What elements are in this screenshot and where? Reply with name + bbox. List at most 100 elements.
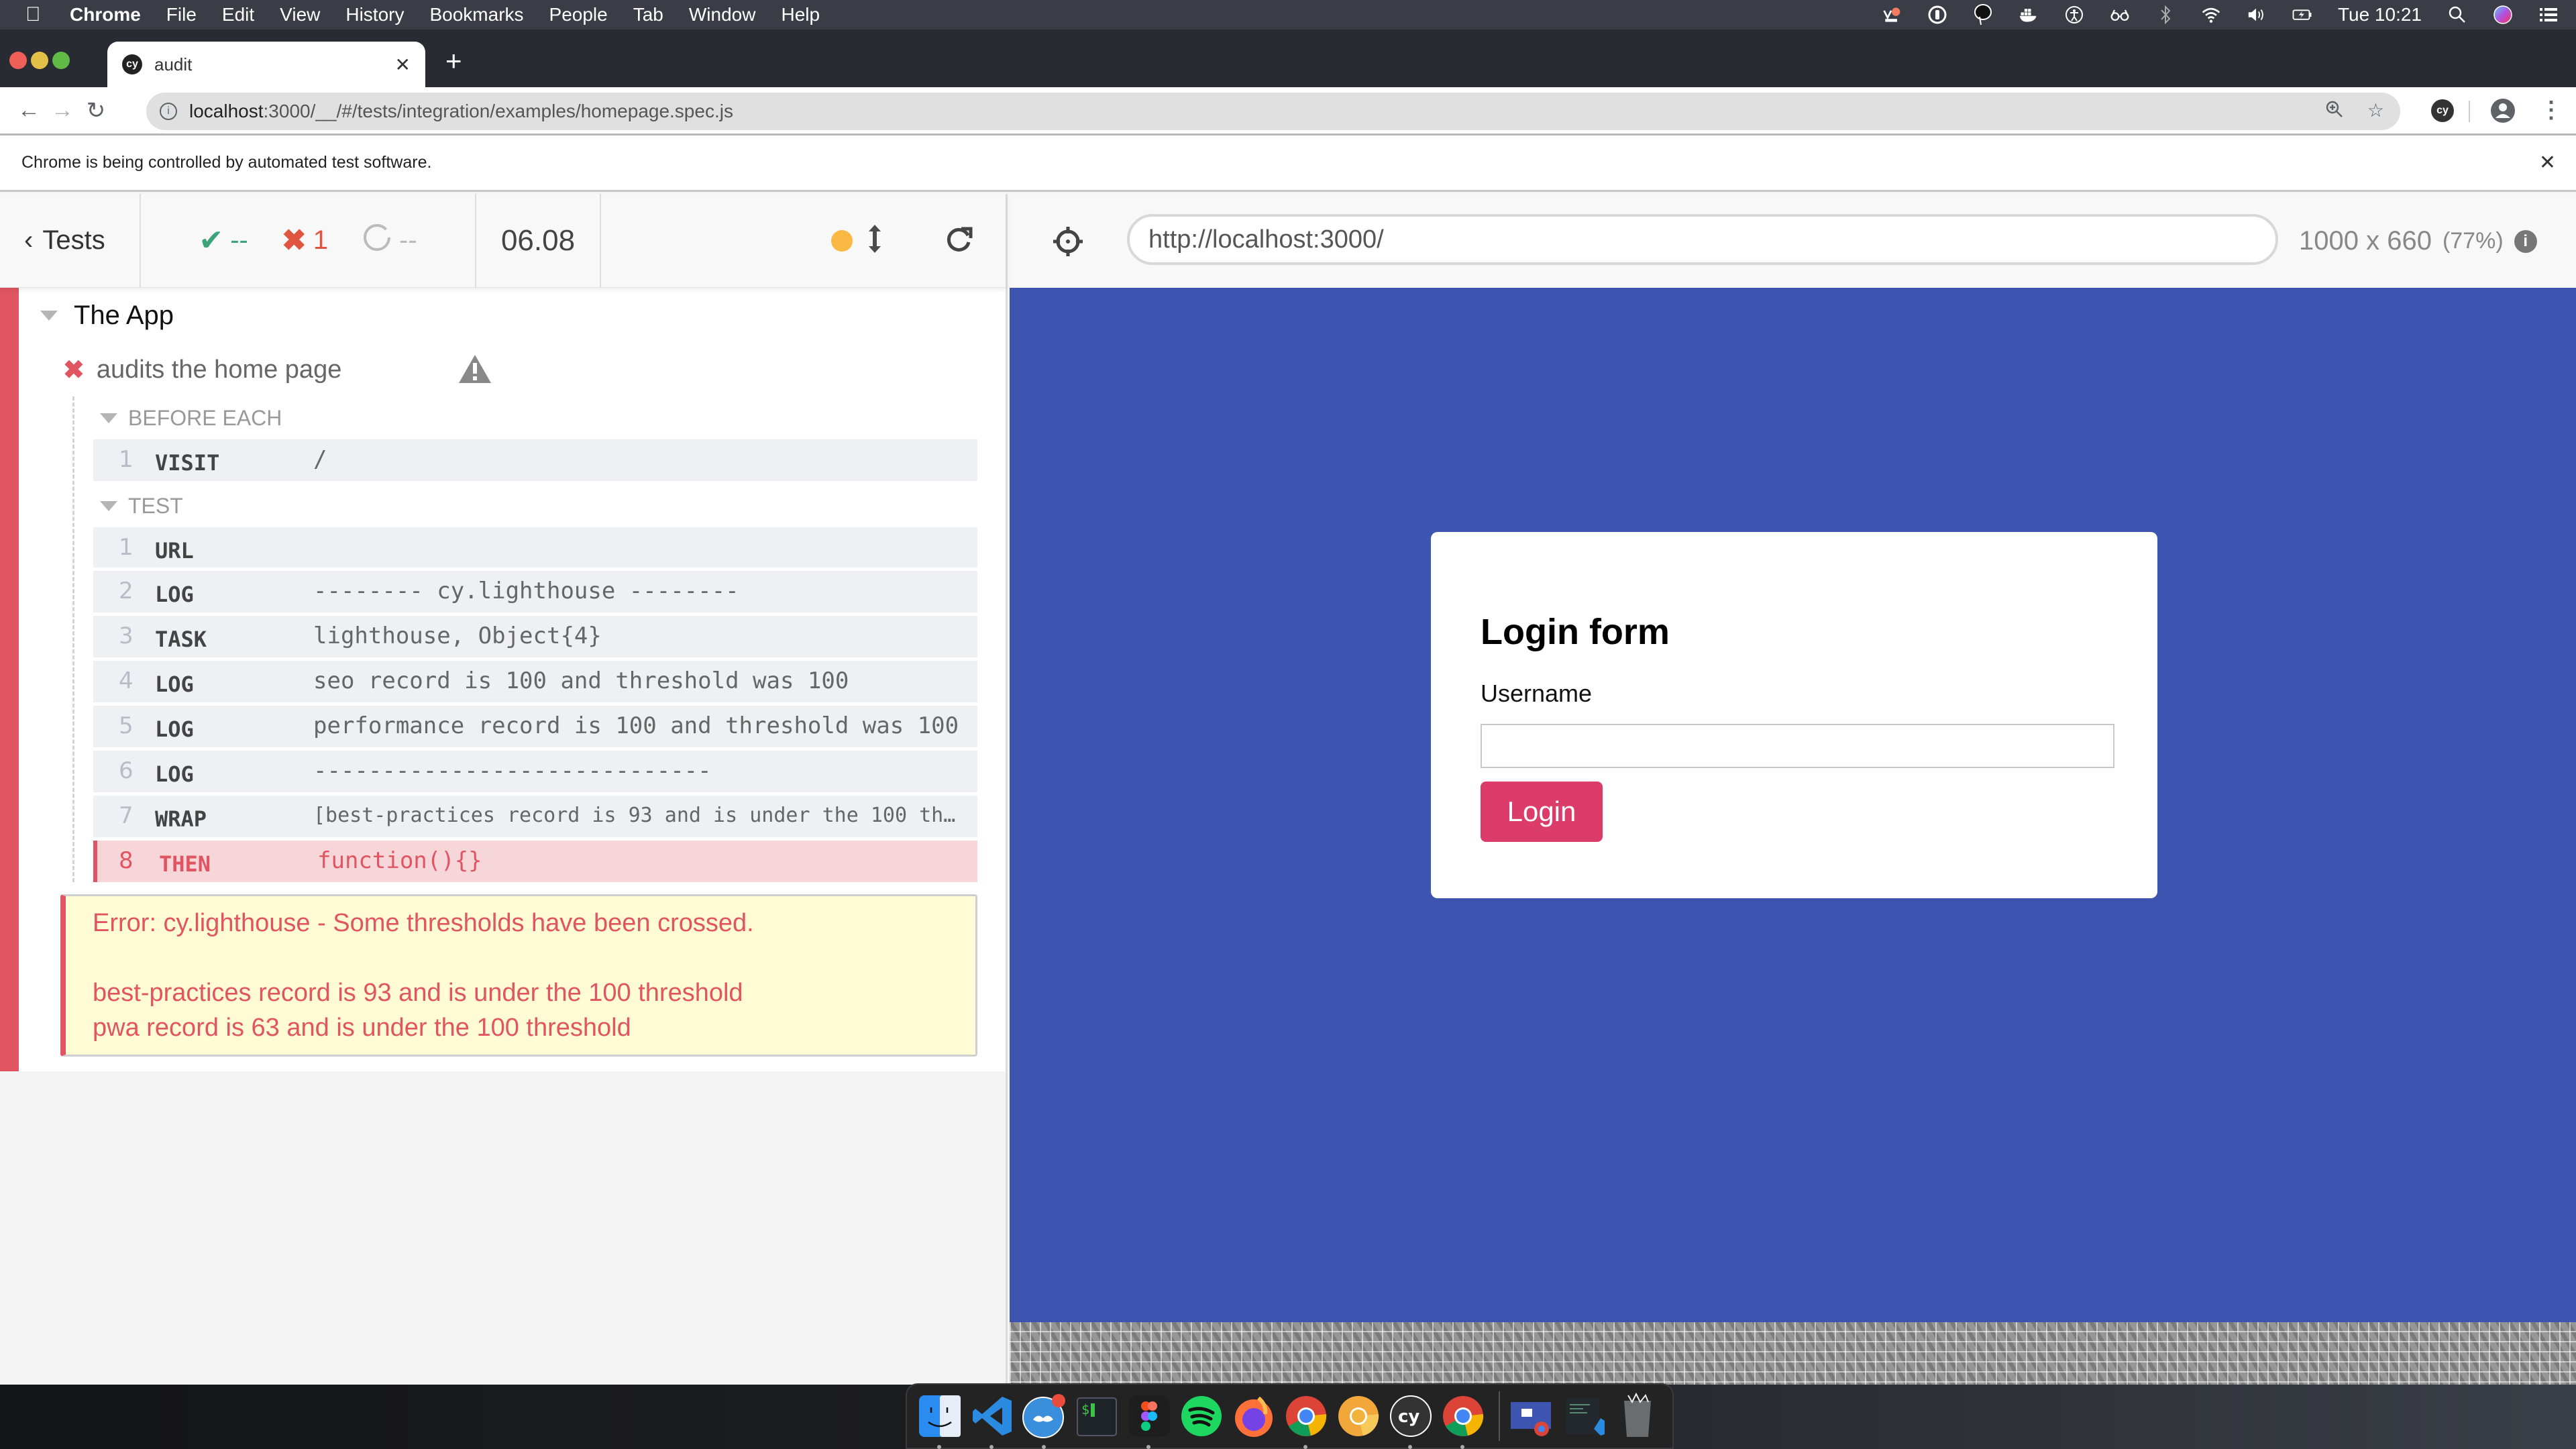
window-zoom-button[interactable] [52,52,70,69]
dock-cypress[interactable]: cy [1386,1391,1436,1449]
passed-count: -- [230,225,248,255]
1password-icon[interactable] [1927,5,1947,25]
zoom-magnifier-icon[interactable] [2324,99,2345,124]
restart-icon[interactable] [944,223,975,258]
error-message-box[interactable]: Error: cy.lighthouse - Some thresholds h… [60,894,977,1057]
hooks-container: BEFORE EACH 1 VISIT / TEST 1 URL 2 LOG -… [72,396,977,882]
menu-help[interactable]: Help [781,4,820,25]
suite-title-row[interactable]: The App [0,288,1006,343]
command-row[interactable]: 1 URL [93,527,977,568]
profile-avatar-icon[interactable] [2490,98,2516,127]
dock-spotify[interactable] [1177,1391,1226,1441]
viewport-info-icon[interactable]: i [2514,229,2537,253]
command-name: LOG [155,716,194,742]
hook-title-before-each[interactable]: BEFORE EACH [93,396,977,439]
dock-figma[interactable] [1124,1391,1174,1449]
aut-iframe: Login form Username Login [1010,288,2576,1322]
selector-playground-crosshair-icon[interactable] [1051,225,1085,262]
hook-title-test[interactable]: TEST [93,484,977,527]
menu-people[interactable]: People [549,4,608,25]
runner-controls [601,194,1006,288]
username-input[interactable] [1481,724,2114,768]
dock-trash[interactable] [1613,1391,1662,1441]
dock-chrome[interactable] [1281,1391,1331,1449]
command-row[interactable]: 7 WRAP [best-practices record is 93 and … [93,796,977,837]
command-row-failed[interactable]: 8 THEN function(){} [93,841,977,882]
chrome-menu-kebab-icon[interactable]: ⋮ [2540,97,2563,123]
minimized-window-thumbnail [1566,1398,1605,1436]
dock-finder[interactable] [915,1391,965,1449]
menu-file[interactable]: File [166,4,197,25]
command-row[interactable]: 2 LOG -------- cy.lighthouse -------- [93,571,977,612]
infobar-close-icon[interactable]: ✕ [2539,151,2556,174]
docker-icon[interactable] [2019,5,2039,25]
command-message: -------- cy.lighthouse -------- [313,578,739,604]
dock-minimized-vscode-window[interactable] [1560,1391,1610,1441]
cypress-favicon-icon: cy [122,54,142,74]
forward-arrow-icon[interactable]: → [46,97,79,123]
window-close-button[interactable] [9,52,27,69]
site-info-icon[interactable]: i [160,103,177,120]
bookmark-star-icon[interactable]: ☆ [2367,99,2384,124]
dock-firefox[interactable] [1229,1391,1279,1441]
command-row[interactable]: 6 LOG ----------------------------- [93,751,977,792]
wifi-icon[interactable] [2201,5,2221,25]
command-name: WRAP [155,806,207,832]
glasses-icon[interactable] [2110,5,2130,25]
back-to-tests-button[interactable]: ‹ Tests [0,193,141,288]
command-row[interactable]: 1 VISIT / [93,439,977,481]
menu-clock[interactable]: Tue 10:21 [2338,4,2422,25]
menu-view[interactable]: View [280,4,320,25]
browser-tab[interactable]: cy audit ✕ [107,42,425,87]
dock-minimized-chrome-window[interactable] [1508,1391,1558,1441]
reporter-panel: ‹ Tests ✔ -- ✖ 1 -- 06.08 The App ✖ audi… [0,193,1008,1385]
notification-center-icon[interactable] [2538,5,2559,25]
command-row[interactable]: 3 TASK lighthouse, Object{4} [93,616,977,657]
postgres-icon[interactable] [1973,4,1993,25]
menu-bookmarks[interactable]: Bookmarks [429,4,523,25]
running-indicator [1146,1445,1150,1449]
dock-tower[interactable] [1020,1391,1069,1449]
volume-icon[interactable] [2247,5,2267,25]
spotlight-search-icon[interactable] [2447,5,2467,25]
auto-scroll-toggle-icon[interactable] [867,223,882,258]
apple-menu-icon[interactable]:  [25,3,55,26]
menu-history[interactable]: History [345,4,404,25]
cypress-extension-icon[interactable]: cy [2431,99,2454,122]
command-row[interactable]: 5 LOG performance record is 100 and thre… [93,706,977,747]
tab-strip: cy audit ✕ + [0,30,2576,87]
dock-vscode[interactable] [967,1391,1017,1449]
address-bar[interactable]: i localhost :3000/__/#/tests/integration… [146,93,2400,130]
test-title-row[interactable]: ✖ audits the home page [0,343,1006,396]
menu-app-chrome[interactable]: Chrome [70,4,141,25]
warning-icon[interactable] [458,354,492,391]
menu-edit[interactable]: Edit [222,4,254,25]
accessibility-icon[interactable] [2064,5,2084,25]
hook-label: TEST [128,493,183,518]
command-name: URL [155,538,194,564]
address-path: :3000/__/#/tests/integration/examples/ho… [263,101,733,121]
siri-icon[interactable] [2493,5,2513,25]
collapse-caret-icon [100,413,117,423]
aut-url-bar[interactable]: http://localhost:3000/ [1127,214,2278,265]
login-heading: Login form [1481,612,1670,652]
bluetooth-icon[interactable] [2155,5,2176,25]
menu-tab[interactable]: Tab [633,4,663,25]
reload-icon[interactable]: ↻ [79,97,113,124]
dock-terminal[interactable]: $ [1072,1391,1122,1441]
window-minimize-button[interactable] [31,52,48,69]
dock-separator [1499,1391,1500,1441]
new-tab-button[interactable]: + [445,47,462,75]
tab-close-icon[interactable]: ✕ [395,54,411,76]
menu-window[interactable]: Window [689,4,756,25]
back-arrow-icon[interactable]: ← [12,97,46,123]
dock-chrome-canary[interactable] [1334,1391,1383,1441]
login-button[interactable]: Login [1481,782,1603,842]
command-row[interactable]: 4 LOG seo record is 100 and threshold wa… [93,661,977,702]
svg-text:$: $ [1081,1401,1089,1417]
hidden-bar-icon[interactable] [1882,5,1902,25]
dock-chrome-2[interactable] [1438,1391,1488,1449]
battery-charging-icon[interactable] [2292,5,2312,25]
command-number: 1 [119,534,133,561]
app-under-test-panel: http://localhost:3000/ 1000 x 660 (77%) … [1010,194,2576,1385]
